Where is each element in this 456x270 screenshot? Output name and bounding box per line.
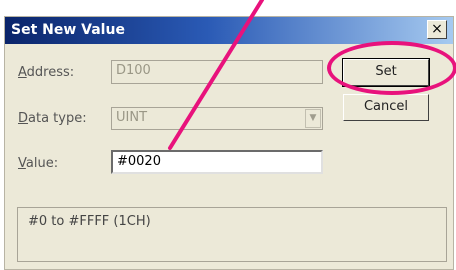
pointer-line: [168, 0, 264, 150]
